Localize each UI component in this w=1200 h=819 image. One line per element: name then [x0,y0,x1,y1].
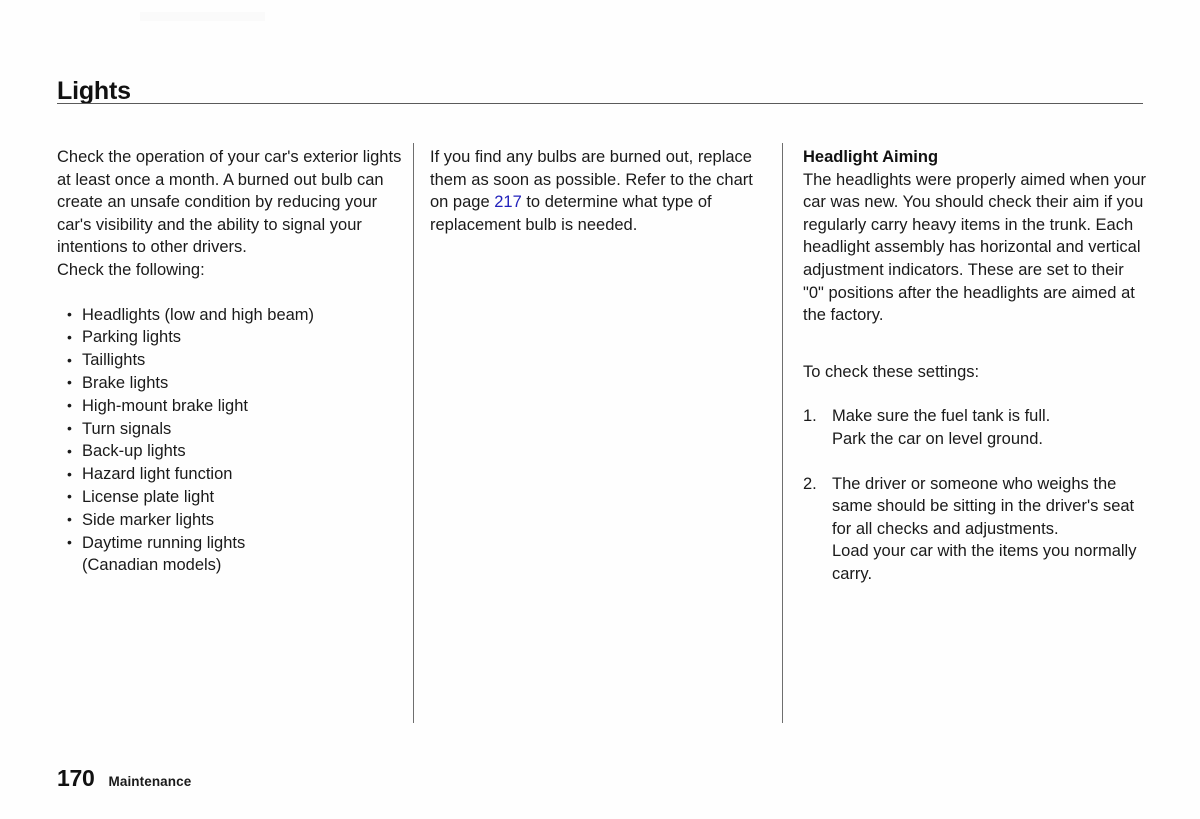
list-item: Parking lights [57,326,402,349]
bullet-label: Back-up lights [82,442,186,461]
list-item: 1. Make sure the fuel tank is full. Park… [803,405,1148,450]
bullet-label: Brake lights [82,373,169,392]
headlight-aiming-paragraph: The headlights were properly aimed when … [803,170,1147,325]
to-check-settings-label: To check these settings: [803,362,980,381]
page-footer: 170 Maintenance [57,765,191,792]
header-rule [57,103,1143,104]
list-item: License plate light [57,485,402,509]
bullet-continuation: (Canadian models) [82,556,222,575]
list-item: High-mount brake light [57,394,402,418]
step-line: Load your car with the items you normall… [832,542,1137,583]
bullet-label: Taillights [82,351,146,370]
bullet-label: Headlights (low and high beam) [82,305,315,324]
list-item: 2. The driver or someone who weighs the … [803,473,1148,586]
manual-page: Lights Check the operation of your car's… [0,0,1200,819]
list-item: Side marker lights [57,508,402,532]
step-line: Park the car on level ground. [832,429,1043,448]
page-title: Lights [57,76,131,105]
headlight-aiming-subheading: Headlight Aiming [803,148,939,166]
step-number: 1. [803,407,817,426]
list-item: Taillights [57,349,402,372]
headlight-check-steps: 1. Make sure the fuel tank is full. Park… [803,405,1148,585]
bullet-label: Parking lights [82,328,182,347]
column-one: Check the operation of your car's exteri… [57,146,402,577]
page-reference-link[interactable]: 217 [494,193,522,211]
column-divider-2 [782,143,783,723]
column-two: If you find any bulbs are burned out, re… [430,146,770,236]
list-item: Headlights (low and high beam) [57,303,402,327]
step-line: The driver or someone who weighs the sam… [832,474,1135,538]
scan-artifact [140,12,265,21]
step-line: Make sure the fuel tank is full. [832,407,1051,426]
intro-paragraph: Check the operation of your car's exteri… [57,148,402,257]
page-number: 170 [57,765,95,791]
lights-checklist: Headlights (low and high beam) Parking l… [57,303,402,578]
check-following-label: Check the following: [57,260,205,279]
bullet-label: License plate light [82,487,215,506]
list-item: Brake lights [57,371,402,395]
bullet-label: Turn signals [82,419,172,438]
bulb-replacement-paragraph: If you find any bulbs are burned out, re… [430,146,770,236]
bullet-label: High-mount brake light [82,396,248,415]
column-divider-1 [413,143,414,723]
list-item: Daytime running lights (Canadian models) [57,531,402,578]
bullet-label: Daytime running lights [82,533,246,552]
section-name: Maintenance [108,774,192,789]
list-item: Turn signals [57,417,402,441]
bullet-label: Side marker lights [82,510,215,529]
column-three: Headlight Aiming The headlights were pro… [803,146,1148,586]
list-item: Hazard light function [57,463,402,486]
list-item: Back-up lights [57,440,402,463]
bullet-label: Hazard light function [82,465,233,484]
step-number: 2. [803,474,817,493]
